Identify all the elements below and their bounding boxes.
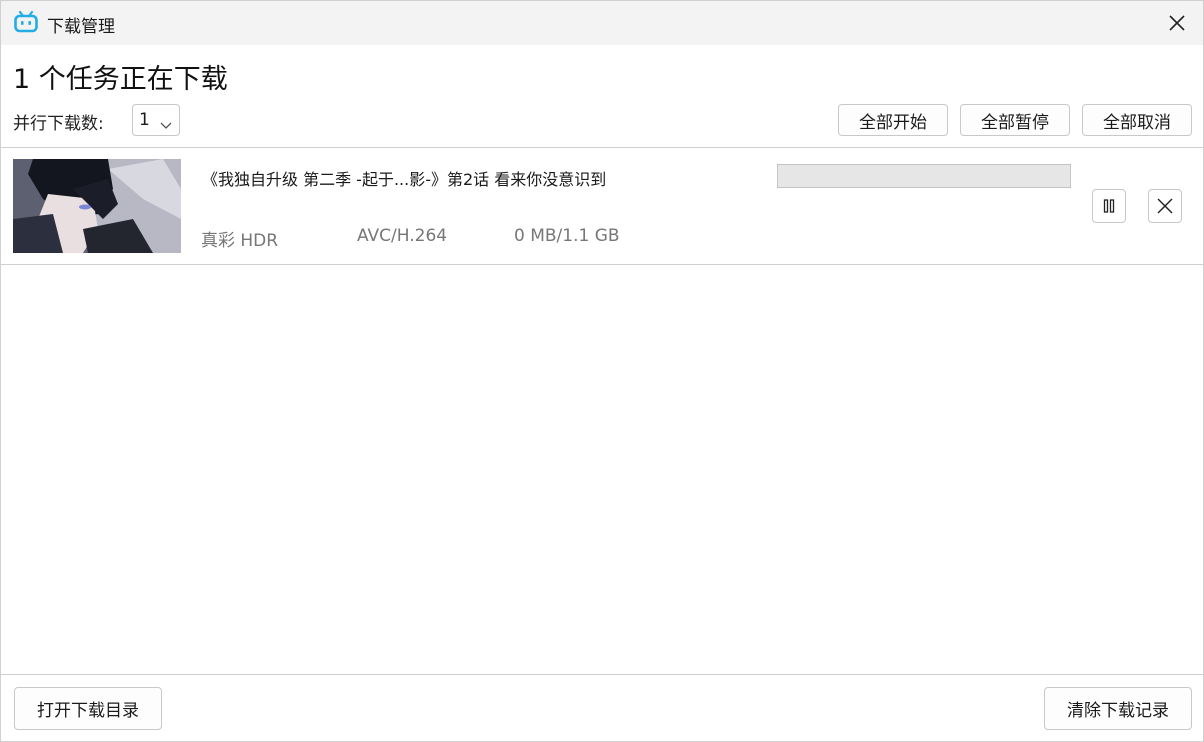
close-icon bbox=[1169, 15, 1185, 31]
download-item: 《我独自升级 第二季 -起于...影-》第2话 看来你没意识到 真彩 HDR A… bbox=[1, 148, 1203, 264]
download-size: 0 MB/1.1 GB bbox=[514, 226, 620, 246]
clear-download-history-button[interactable]: 清除下载记录 bbox=[1044, 687, 1192, 730]
video-thumbnail bbox=[13, 159, 181, 253]
pause-all-button[interactable]: 全部暂停 bbox=[960, 104, 1070, 136]
close-icon bbox=[1157, 198, 1173, 214]
video-codec: AVC/H.264 bbox=[357, 226, 448, 246]
pause-icon bbox=[1103, 199, 1115, 213]
remove-download-button[interactable] bbox=[1148, 189, 1182, 223]
chevron-down-icon bbox=[160, 115, 172, 135]
cancel-all-button[interactable]: 全部取消 bbox=[1082, 104, 1192, 136]
footer-divider bbox=[1, 674, 1203, 675]
parallel-downloads-label: 并行下载数: bbox=[13, 114, 104, 134]
bilibili-tv-icon bbox=[14, 10, 38, 33]
open-download-folder-button[interactable]: 打开下载目录 bbox=[14, 687, 162, 730]
start-all-button[interactable]: 全部开始 bbox=[838, 104, 948, 136]
pause-button[interactable] bbox=[1092, 189, 1126, 223]
download-title: 《我独自升级 第二季 -起于...影-》第2话 看来你没意识到 bbox=[202, 170, 607, 189]
window-close-button[interactable] bbox=[1151, 1, 1203, 45]
video-quality: 真彩 HDR bbox=[201, 231, 279, 251]
window-title: 下载管理 bbox=[47, 17, 115, 37]
title-bar: 下载管理 bbox=[1, 1, 1203, 45]
download-manager-window: 下载管理 1 个任务正在下载 并行下载数: 1 全部开始 全部暂停 全部取消 《… bbox=[0, 0, 1204, 742]
download-progress-bar bbox=[777, 164, 1071, 188]
parallel-downloads-value: 1 bbox=[139, 110, 150, 130]
item-divider bbox=[1, 264, 1203, 265]
parallel-downloads-select[interactable]: 1 bbox=[132, 104, 180, 136]
page-title: 1 个任务正在下载 bbox=[13, 64, 228, 95]
